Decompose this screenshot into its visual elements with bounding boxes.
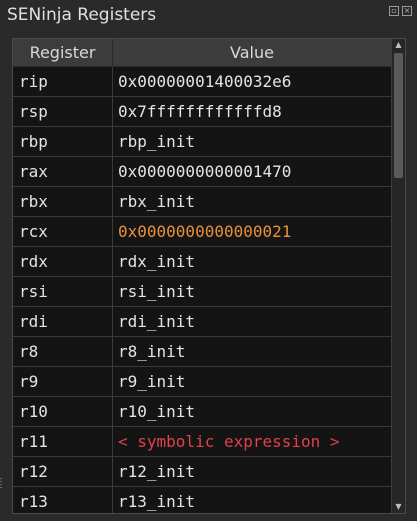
register-name-cell: rbx <box>13 187 113 217</box>
register-name-cell: rax <box>13 157 113 187</box>
scroll-up-arrow-icon[interactable]: ▲ <box>392 39 405 51</box>
register-name-cell: rip <box>13 67 113 97</box>
register-name-cell: r11 <box>13 427 113 457</box>
register-value-cell: r13_init <box>118 492 196 511</box>
registers-table: Register Value rip 0x00000001400032e6 rsp 0… <box>12 38 406 514</box>
register-name-cell: r13 <box>13 487 113 513</box>
register-value-cell: rbp_init <box>118 132 196 151</box>
register-value-cell: 0x00000001400032e6 <box>118 72 292 91</box>
table-row[interactable]: rsp 0x7ffffffffffffd8 <box>13 97 391 127</box>
seninja-registers-panel: SENinja Registers ▫ × Register Value rip… <box>0 0 417 521</box>
float-window-icon[interactable]: ▫ <box>389 6 399 16</box>
panel-titlebar: SENinja Registers ▫ × <box>0 0 417 30</box>
register-value-cell: 0x0000000000000021 <box>118 222 292 241</box>
table-row[interactable]: rsi rsi_init <box>13 277 391 307</box>
register-name-cell: rdi <box>13 307 113 337</box>
register-name-cell: rsi <box>13 277 113 307</box>
table-row[interactable]: rdi rdi_init <box>13 307 391 337</box>
register-name-cell: rcx <box>13 217 113 247</box>
scroll-down-arrow-icon[interactable]: ▼ <box>392 501 405 513</box>
table-row[interactable]: rcx 0x0000000000000021 <box>13 217 391 247</box>
register-name-cell: r8 <box>13 337 113 367</box>
column-header-value[interactable]: Value <box>113 39 391 67</box>
resize-grip-icon[interactable] <box>0 478 4 492</box>
register-name-cell: r9 <box>13 367 113 397</box>
table-row[interactable]: rbx rbx_init <box>13 187 391 217</box>
table-body: rip 0x00000001400032e6 rsp 0x7ffffffffffffd… <box>13 67 391 513</box>
register-name-cell: r10 <box>13 397 113 427</box>
table-row[interactable]: r13 r13_init <box>13 487 391 513</box>
table-row[interactable]: r12 r12_init <box>13 457 391 487</box>
register-value-cell: 0x7ffffffffffffd8 <box>118 102 282 121</box>
scroll-thumb[interactable] <box>394 53 403 178</box>
register-name-cell: rbp <box>13 127 113 157</box>
register-name-cell: r12 <box>13 457 113 487</box>
table-header: Register Value <box>13 39 391 67</box>
register-value-cell: r10_init <box>118 402 196 421</box>
table-row[interactable]: rax 0x0000000000001470 <box>13 157 391 187</box>
table-row[interactable]: rip 0x00000001400032e6 <box>13 67 391 97</box>
column-header-register[interactable]: Register <box>13 39 113 67</box>
register-value-cell: < symbolic expression > <box>118 432 340 451</box>
close-window-icon[interactable]: × <box>402 6 412 16</box>
register-value-cell: r12_init <box>118 462 196 481</box>
register-name-cell: rsp <box>13 97 113 127</box>
table-row[interactable]: r11 < symbolic expression > <box>13 427 391 457</box>
table-row[interactable]: r9 r9_init <box>13 367 391 397</box>
panel-title: SENinja Registers <box>7 5 157 25</box>
register-value-cell: 0x0000000000001470 <box>118 162 292 181</box>
register-name-cell: rdx <box>13 247 113 277</box>
table-row[interactable]: r10 r10_init <box>13 397 391 427</box>
table-row[interactable]: r8 r8_init <box>13 337 391 367</box>
register-value-cell: rdx_init <box>118 252 196 271</box>
register-value-cell: rdi_init <box>118 312 196 331</box>
table-row[interactable]: rdx rdx_init <box>13 247 391 277</box>
register-value-cell: r8_init <box>118 342 186 361</box>
vertical-scrollbar[interactable]: ▲ ▼ <box>391 39 405 513</box>
table-row[interactable]: rbp rbp_init <box>13 127 391 157</box>
register-value-cell: rsi_init <box>118 282 196 301</box>
register-value-cell: rbx_init <box>118 192 196 211</box>
register-value-cell: r9_init <box>118 372 186 391</box>
